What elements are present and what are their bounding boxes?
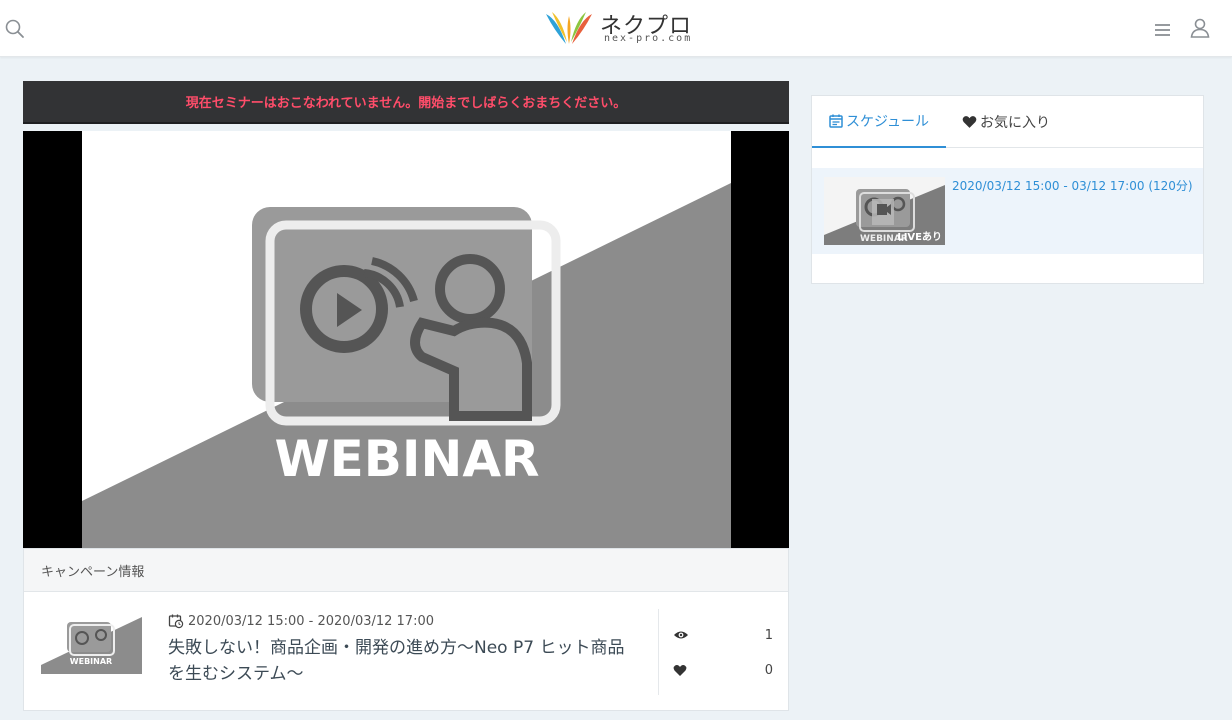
user-icon[interactable] xyxy=(1189,17,1211,39)
eye-icon xyxy=(674,631,688,639)
campaign-header-label: キャンペーン情報 xyxy=(41,564,145,580)
campaign-thumbnail-text: WEBINAR xyxy=(70,657,112,666)
schedule-list-item[interactable]: WEBINAR LIVEあり 2020/03/12 15:00 - 03/12 … xyxy=(812,168,1203,254)
view-count: 1 xyxy=(764,627,773,643)
webinar-thumbnail-image: WEBINAR xyxy=(82,131,731,548)
view-count-row: 1 xyxy=(673,625,773,645)
seminar-status-notice: 現在セミナーはおこなわれていません。開始までしばらくおまちください。 xyxy=(23,81,789,124)
sidebar-panel: スケジュール お気に入り WEBINAR LIVEあり 2020/03/12 1… xyxy=(811,95,1204,284)
logo-domain: nex-pro.com xyxy=(604,33,693,44)
tab-schedule-label: スケジュール xyxy=(845,114,930,130)
like-count-row: 0 xyxy=(673,660,773,680)
schedule-datetime[interactable]: 2020/03/12 15:00 - 03/12 17:00 (120分) xyxy=(952,177,1193,194)
like-count: 0 xyxy=(764,662,773,678)
sidebar-tabs: スケジュール お気に入り xyxy=(812,96,1203,148)
site-header: ネクプロ nex-pro.com xyxy=(0,0,1232,57)
campaign-info-card: キャンペーン情報 WEBINAR 2020/03/12 15:00 - 2020… xyxy=(23,548,789,711)
logo-mark-icon xyxy=(546,12,592,44)
campaign-thumbnail[interactable]: WEBINAR xyxy=(41,617,142,674)
calendar-icon xyxy=(829,114,843,128)
tab-favorites-label: お気に入り xyxy=(980,115,1050,131)
tab-favorites[interactable]: お気に入り xyxy=(962,96,1062,148)
campaign-title-link[interactable]: 失敗しない！商品企画・開発の進め方〜Neo P7 ヒット商品を生むシステム〜 xyxy=(168,635,638,687)
calendar-clock-icon xyxy=(168,614,184,629)
video-player[interactable]: WEBINAR xyxy=(23,131,789,548)
tab-schedule[interactable]: スケジュール xyxy=(812,96,946,148)
site-logo[interactable]: ネクプロ nex-pro.com xyxy=(544,6,694,50)
campaign-header: キャンペーン情報 xyxy=(24,549,788,592)
heart-icon xyxy=(962,116,977,128)
player-thumbnail-text: WEBINAR xyxy=(274,430,539,488)
campaign-date: 2020/03/12 15:00 - 2020/03/12 17:00 xyxy=(168,613,434,629)
campaign-stats: 1 0 xyxy=(658,609,788,695)
campaign-item[interactable]: WEBINAR 2020/03/12 15:00 - 2020/03/12 17… xyxy=(24,593,788,711)
schedule-thumbnail[interactable]: WEBINAR LIVEあり xyxy=(824,177,945,245)
campaign-datetime: 2020/03/12 15:00 - 2020/03/12 17:00 xyxy=(188,613,435,629)
heart-icon[interactable] xyxy=(673,664,687,677)
search-icon[interactable] xyxy=(4,18,26,40)
hamburger-menu-icon[interactable] xyxy=(1152,19,1174,41)
live-badge: LIVEあり xyxy=(897,232,942,243)
notice-text: 現在セミナーはおこなわれていません。開始までしばらくおまちください。 xyxy=(185,96,627,111)
